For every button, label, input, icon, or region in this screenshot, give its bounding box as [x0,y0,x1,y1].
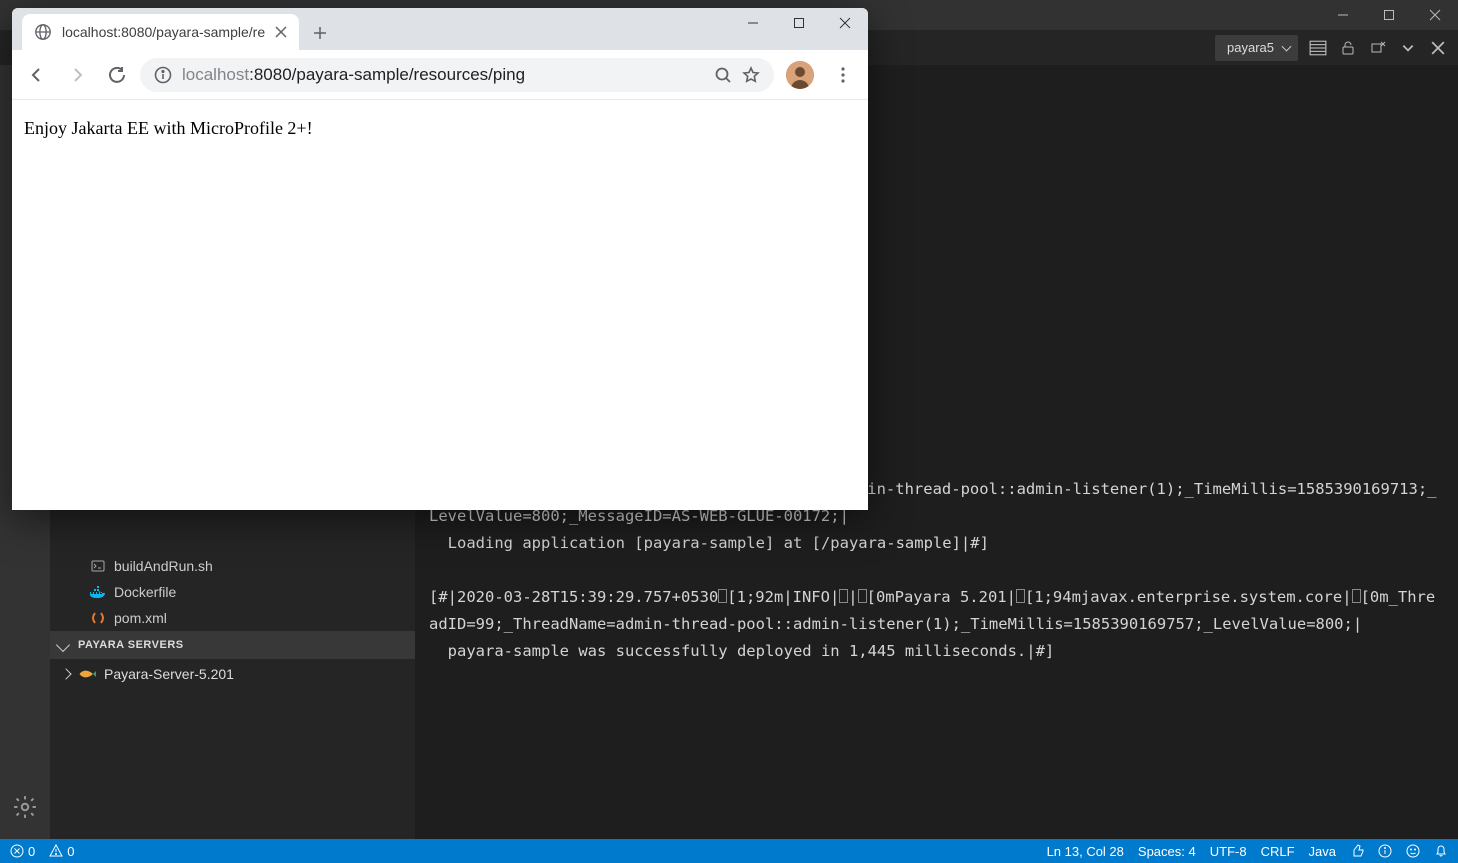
browser-close-button[interactable] [822,8,868,38]
forward-button[interactable] [60,58,94,92]
browser-window: localhost:8080/payara-sample/re localhos… [12,8,868,510]
warning-count: 0 [67,844,74,859]
language-mode[interactable]: Java [1309,844,1336,859]
xml-file-icon [90,610,106,626]
browser-viewport: Enjoy Jakarta EE with MicroProfile 2+! [12,100,868,510]
site-info-icon[interactable] [154,66,172,84]
browser-maximize-button[interactable] [776,8,822,38]
file-label: buildAndRun.sh [114,558,213,574]
split-editor-icon[interactable] [1308,38,1328,58]
server-name: Payara-Server-5.201 [104,666,234,682]
section-title: PAYARA SERVERS [78,639,184,651]
close-button[interactable] [1412,0,1458,30]
browser-window-controls [730,8,868,38]
reload-button[interactable] [100,58,134,92]
browser-navbar: localhost:8080/payara-sample/resources/p… [12,50,868,100]
globe-icon [34,23,52,41]
settings-gear-icon[interactable] [11,793,39,821]
file-buildandrun[interactable]: buildAndRun.sh [50,553,415,579]
close-tab-icon[interactable] [275,26,287,38]
file-label: pom.xml [114,610,167,626]
menu-button[interactable] [826,58,860,92]
file-label: Dockerfile [114,584,176,600]
file-dockerfile[interactable]: Dockerfile [50,579,415,605]
status-bar: 0 0 Ln 13, Col 28 Spaces: 4 UTF-8 CRLF J… [0,839,1458,863]
maximize-button[interactable] [1366,0,1412,30]
encoding[interactable]: UTF-8 [1210,844,1247,859]
payara-servers-section[interactable]: PAYARA SERVERS [50,631,415,659]
error-count: 0 [28,844,35,859]
chevron-down-icon[interactable] [1398,38,1418,58]
bookmark-star-icon[interactable] [742,66,760,84]
file-pomxml[interactable]: pom.xml [50,605,415,631]
docker-file-icon [90,584,106,600]
browser-tab[interactable]: localhost:8080/payara-sample/re [22,14,299,50]
indentation[interactable]: Spaces: 4 [1138,844,1196,859]
tab-title: localhost:8080/payara-sample/re [62,24,265,40]
feedback-icon[interactable] [1406,844,1420,858]
shell-file-icon [90,558,106,574]
browser-minimize-button[interactable] [730,8,776,38]
vscode-window-controls [1320,0,1458,30]
page-text: Enjoy Jakarta EE with MicroProfile 2+! [24,118,856,139]
bell-icon[interactable] [1434,844,1448,858]
terminal-selector[interactable]: payara5 [1215,35,1298,61]
url-text: localhost:8080/payara-sample/resources/p… [182,65,525,85]
close-panel-icon[interactable] [1428,38,1448,58]
profile-avatar[interactable] [786,61,814,89]
chevron-down-icon [56,638,70,652]
chevron-right-icon [60,668,71,679]
address-bar[interactable]: localhost:8080/payara-sample/resources/p… [140,58,774,92]
thumbs-up-icon[interactable] [1350,844,1364,858]
back-button[interactable] [20,58,54,92]
status-warnings[interactable]: 0 [49,844,74,859]
explorer-tree: buildAndRun.sh Dockerfile pom.xml [50,547,415,631]
browser-tab-strip: localhost:8080/payara-sample/re [12,8,868,50]
minimize-button[interactable] [1320,0,1366,30]
status-errors[interactable]: 0 [10,844,35,859]
payara-server-icon [78,665,96,683]
payara-server-item[interactable]: Payara-Server-5.201 [50,659,415,689]
info-icon[interactable] [1378,844,1392,858]
clear-icon[interactable] [1368,38,1388,58]
cursor-position[interactable]: Ln 13, Col 28 [1047,844,1124,859]
unlock-icon[interactable] [1338,38,1358,58]
pagezoom-icon[interactable] [714,66,732,84]
new-tab-button[interactable] [305,18,335,48]
eol[interactable]: CRLF [1261,844,1295,859]
